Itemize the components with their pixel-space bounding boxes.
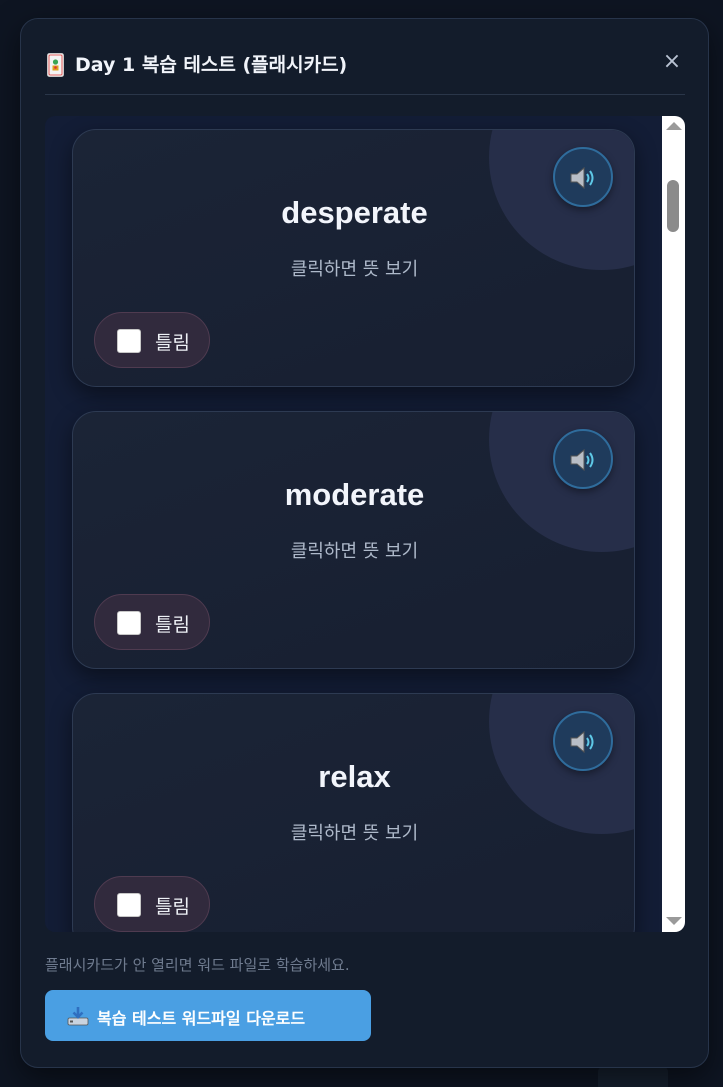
download-icon [67, 1006, 89, 1030]
download-word-file-button[interactable]: 복습 테스트 워드파일 다운로드 [45, 990, 371, 1041]
scroll-up-arrow-icon[interactable] [666, 122, 682, 130]
scroll-down-arrow-icon[interactable] [666, 917, 682, 925]
card-word: moderate [284, 477, 425, 512]
modal-title: Day 1 복습 테스트 (플래시카드) [75, 54, 348, 76]
fallback-note: 플래시카드가 안 열리면 워드 파일로 학습하세요. [45, 956, 350, 974]
wrong-checkbox[interactable] [117, 611, 141, 635]
card-hint: 클릭하면 뜻 보기 [290, 823, 419, 844]
flashcard[interactable]: moderate 클릭하면 뜻 보기 틀림 [72, 411, 635, 669]
speaker-icon [570, 448, 594, 472]
card-hint: 클릭하면 뜻 보기 [290, 259, 419, 280]
flashcard-list[interactable]: desperate 클릭하면 뜻 보기 틀림 moderate 클릭하면 뜻 보… [45, 116, 685, 932]
wrong-label: 틀림 [155, 896, 190, 918]
background-element [598, 1066, 668, 1087]
wrong-label: 틀림 [155, 614, 190, 636]
wrong-label: 틀림 [155, 332, 190, 354]
flashcard-stack: desperate 클릭하면 뜻 보기 틀림 moderate 클릭하면 뜻 보… [72, 129, 635, 932]
modal-header: Day 1 복습 테스트 (플래시카드) × [45, 19, 685, 95]
scrollbar[interactable] [662, 116, 685, 932]
card-word: desperate [281, 195, 428, 230]
close-button[interactable]: × [659, 49, 685, 75]
wrong-toggle[interactable]: 틀림 [94, 312, 210, 368]
wrong-checkbox[interactable] [117, 329, 141, 353]
flashcard[interactable]: desperate 클릭하면 뜻 보기 틀림 [72, 129, 635, 387]
flashcard-icon [47, 53, 64, 77]
wrong-toggle[interactable]: 틀림 [94, 876, 210, 932]
flashcard-modal: Day 1 복습 테스트 (플래시카드) × desperate 클릭하면 뜻 … [20, 18, 709, 1068]
card-hint: 클릭하면 뜻 보기 [290, 541, 419, 562]
scrollbar-thumb[interactable] [667, 180, 679, 232]
speaker-icon [570, 166, 594, 190]
download-button-label: 복습 테스트 워드파일 다운로드 [97, 1009, 306, 1028]
flashcard[interactable]: relax 클릭하면 뜻 보기 틀림 [72, 693, 635, 932]
wrong-toggle[interactable]: 틀림 [94, 594, 210, 650]
card-word: relax [318, 759, 391, 794]
speaker-icon [570, 730, 594, 754]
wrong-checkbox[interactable] [117, 893, 141, 917]
